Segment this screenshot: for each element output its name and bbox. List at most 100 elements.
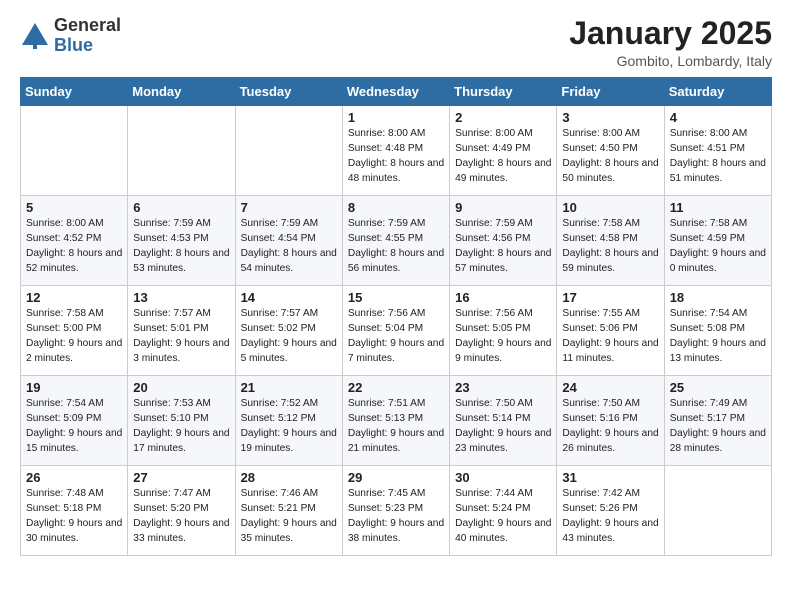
cell-details: Sunrise: 8:00 AMSunset: 4:52 PMDaylight:…	[26, 217, 122, 276]
cell-details: Sunrise: 8:00 AMSunset: 4:49 PMDaylight:…	[455, 127, 551, 186]
day-number: 13	[133, 290, 229, 305]
calendar-week-row: 1 Sunrise: 8:00 AMSunset: 4:48 PMDaylight…	[21, 106, 772, 196]
calendar-cell: 27 Sunrise: 7:47 AMSunset: 5:20 PMDayligh…	[128, 466, 235, 556]
calendar-cell	[664, 466, 771, 556]
cell-details: Sunrise: 7:46 AMSunset: 5:21 PMDaylight:…	[241, 487, 337, 546]
day-number: 29	[348, 470, 444, 485]
cell-details: Sunrise: 7:57 AMSunset: 5:01 PMDaylight:…	[133, 307, 229, 366]
calendar-page: General Blue January 2025 Gombito, Lomba…	[0, 0, 792, 572]
month-title: January 2025	[569, 16, 772, 51]
calendar-cell: 20Sunrise: 7:53 AMSunset: 5:10 PMDayligh…	[128, 376, 235, 466]
day-number: 24	[562, 380, 658, 395]
calendar-cell	[235, 106, 342, 196]
day-number: 16	[455, 290, 551, 305]
calendar-week-row: 5 Sunrise: 8:00 AMSunset: 4:52 PMDaylight…	[21, 196, 772, 286]
cell-details: Sunrise: 7:54 AMSunset: 5:09 PMDaylight:…	[26, 397, 122, 456]
logo-blue: Blue	[54, 36, 121, 56]
cell-details: Sunrise: 8:00 AMSunset: 4:51 PMDaylight:…	[670, 127, 766, 186]
location: Gombito, Lombardy, Italy	[569, 53, 772, 69]
cell-details: Sunrise: 7:52 AMSunset: 5:12 PMDaylight:…	[241, 397, 337, 456]
cell-details: Sunrise: 7:59 AMSunset: 4:55 PMDaylight:…	[348, 217, 444, 276]
day-number: 18	[670, 290, 766, 305]
day-number: 23	[455, 380, 551, 395]
calendar-cell: 2 Sunrise: 8:00 AMSunset: 4:49 PMDaylight…	[450, 106, 557, 196]
day-number: 19	[26, 380, 122, 395]
calendar-cell: 15Sunrise: 7:56 AMSunset: 5:04 PMDayligh…	[342, 286, 449, 376]
cell-details: Sunrise: 7:49 AMSunset: 5:17 PMDaylight:…	[670, 397, 766, 456]
calendar-cell: 16 Sunrise: 7:56 AMSunset: 5:05 PMDayligh…	[450, 286, 557, 376]
cell-details: Sunrise: 7:55 AMSunset: 5:06 PMDaylight:…	[562, 307, 658, 366]
day-number: 31	[562, 470, 658, 485]
cell-details: Sunrise: 7:50 AMSunset: 5:14 PMDaylight:…	[455, 397, 551, 456]
calendar-cell: 19 Sunrise: 7:54 AMSunset: 5:09 PMDayligh…	[21, 376, 128, 466]
calendar-cell: 25Sunrise: 7:49 AMSunset: 5:17 PMDayligh…	[664, 376, 771, 466]
weekday-header: Sunday	[21, 78, 128, 106]
calendar-cell: 23 Sunrise: 7:50 AMSunset: 5:14 PMDayligh…	[450, 376, 557, 466]
cell-details: Sunrise: 7:58 AMSunset: 4:58 PMDaylight:…	[562, 217, 658, 276]
day-number: 5	[26, 200, 122, 215]
weekday-header-row: SundayMondayTuesdayWednesdayThursdayFrid…	[21, 78, 772, 106]
cell-details: Sunrise: 7:59 AMSunset: 4:56 PMDaylight:…	[455, 217, 551, 276]
calendar-cell: 18 Sunrise: 7:54 AMSunset: 5:08 PMDayligh…	[664, 286, 771, 376]
calendar-cell: 13 Sunrise: 7:57 AMSunset: 5:01 PMDayligh…	[128, 286, 235, 376]
calendar-cell: 9 Sunrise: 7:59 AMSunset: 4:56 PMDaylight…	[450, 196, 557, 286]
cell-details: Sunrise: 7:44 AMSunset: 5:24 PMDaylight:…	[455, 487, 551, 546]
calendar-cell: 11Sunrise: 7:58 AMSunset: 4:59 PMDayligh…	[664, 196, 771, 286]
calendar-cell: 12 Sunrise: 7:58 AMSunset: 5:00 PMDayligh…	[21, 286, 128, 376]
day-number: 10	[562, 200, 658, 215]
cell-details: Sunrise: 7:56 AMSunset: 5:04 PMDaylight:…	[348, 307, 444, 366]
calendar-cell: 22Sunrise: 7:51 AMSunset: 5:13 PMDayligh…	[342, 376, 449, 466]
weekday-header: Wednesday	[342, 78, 449, 106]
cell-details: Sunrise: 7:56 AMSunset: 5:05 PMDaylight:…	[455, 307, 551, 366]
calendar-cell: 14Sunrise: 7:57 AMSunset: 5:02 PMDayligh…	[235, 286, 342, 376]
header: General Blue January 2025 Gombito, Lomba…	[20, 16, 772, 69]
day-number: 3	[562, 110, 658, 125]
calendar-cell: 31 Sunrise: 7:42 AMSunset: 5:26 PMDayligh…	[557, 466, 664, 556]
day-number: 20	[133, 380, 229, 395]
day-number: 27	[133, 470, 229, 485]
calendar-cell	[128, 106, 235, 196]
cell-details: Sunrise: 7:59 AMSunset: 4:54 PMDaylight:…	[241, 217, 337, 276]
cell-details: Sunrise: 7:47 AMSunset: 5:20 PMDaylight:…	[133, 487, 229, 546]
logo-icon	[20, 21, 50, 51]
day-number: 1	[348, 110, 444, 125]
day-number: 7	[241, 200, 337, 215]
calendar-cell: 3 Sunrise: 8:00 AMSunset: 4:50 PMDaylight…	[557, 106, 664, 196]
day-number: 12	[26, 290, 122, 305]
logo-general: General	[54, 16, 121, 36]
cell-details: Sunrise: 7:58 AMSunset: 5:00 PMDaylight:…	[26, 307, 122, 366]
day-number: 2	[455, 110, 551, 125]
weekday-header: Friday	[557, 78, 664, 106]
day-number: 4	[670, 110, 766, 125]
day-number: 9	[455, 200, 551, 215]
cell-details: Sunrise: 8:00 AMSunset: 4:48 PMDaylight:…	[348, 127, 444, 186]
day-number: 8	[348, 200, 444, 215]
cell-details: Sunrise: 7:58 AMSunset: 4:59 PMDaylight:…	[670, 217, 766, 276]
calendar-cell: 24 Sunrise: 7:50 AMSunset: 5:16 PMDayligh…	[557, 376, 664, 466]
cell-details: Sunrise: 7:48 AMSunset: 5:18 PMDaylight:…	[26, 487, 122, 546]
calendar-cell: 28Sunrise: 7:46 AMSunset: 5:21 PMDayligh…	[235, 466, 342, 556]
cell-details: Sunrise: 7:51 AMSunset: 5:13 PMDaylight:…	[348, 397, 444, 456]
calendar-cell: 10 Sunrise: 7:58 AMSunset: 4:58 PMDayligh…	[557, 196, 664, 286]
weekday-header: Monday	[128, 78, 235, 106]
day-number: 17	[562, 290, 658, 305]
calendar-cell: 8 Sunrise: 7:59 AMSunset: 4:55 PMDaylight…	[342, 196, 449, 286]
weekday-header: Saturday	[664, 78, 771, 106]
calendar-cell: 5 Sunrise: 8:00 AMSunset: 4:52 PMDaylight…	[21, 196, 128, 286]
cell-details: Sunrise: 7:54 AMSunset: 5:08 PMDaylight:…	[670, 307, 766, 366]
day-number: 30	[455, 470, 551, 485]
day-number: 6	[133, 200, 229, 215]
logo-text: General Blue	[54, 16, 121, 56]
day-number: 21	[241, 380, 337, 395]
calendar-cell: 21 Sunrise: 7:52 AMSunset: 5:12 PMDayligh…	[235, 376, 342, 466]
cell-details: Sunrise: 8:00 AMSunset: 4:50 PMDaylight:…	[562, 127, 658, 186]
cell-details: Sunrise: 7:42 AMSunset: 5:26 PMDaylight:…	[562, 487, 658, 546]
calendar-cell: 4 Sunrise: 8:00 AMSunset: 4:51 PMDaylight…	[664, 106, 771, 196]
calendar-cell: 7 Sunrise: 7:59 AMSunset: 4:54 PMDaylight…	[235, 196, 342, 286]
calendar-week-row: 19 Sunrise: 7:54 AMSunset: 5:09 PMDayligh…	[21, 376, 772, 466]
day-number: 14	[241, 290, 337, 305]
cell-details: Sunrise: 7:50 AMSunset: 5:16 PMDaylight:…	[562, 397, 658, 456]
cell-details: Sunrise: 7:45 AMSunset: 5:23 PMDaylight:…	[348, 487, 444, 546]
calendar-cell: 6Sunrise: 7:59 AMSunset: 4:53 PMDaylight…	[128, 196, 235, 286]
weekday-header: Thursday	[450, 78, 557, 106]
